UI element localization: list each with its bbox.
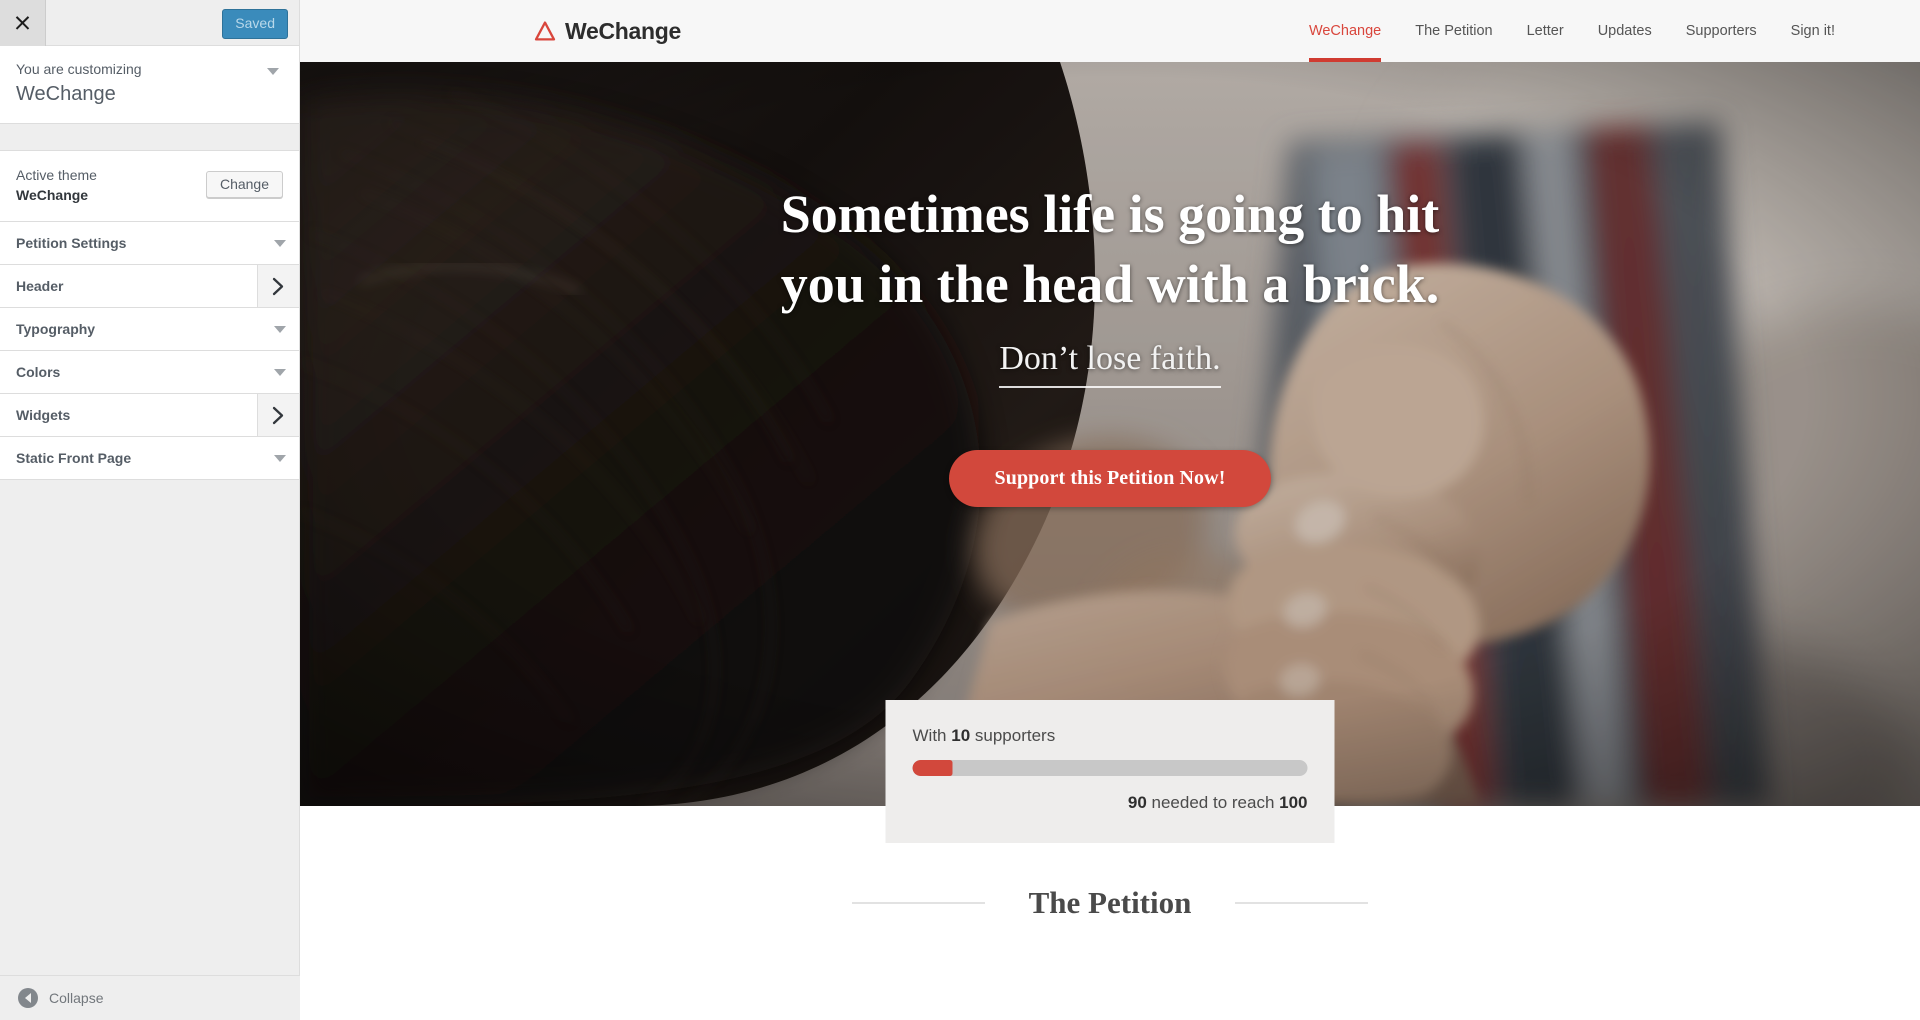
brand-name: WeChange: [565, 17, 682, 44]
chevron-down-icon[interactable]: [267, 68, 279, 75]
supporters-progress-card: With 10 supporters 90 needed to reach 10…: [885, 700, 1335, 843]
supporters-count-line: With 10 supporters: [913, 726, 1308, 746]
sidebar-spacer: [0, 123, 299, 150]
customizing-label: You are customizing: [16, 61, 142, 77]
progress-bar-fill: [912, 760, 952, 776]
nav-links: WeChange The Petition Letter Updates Sup…: [1292, 0, 1852, 62]
supporters-goal: 100: [1279, 793, 1308, 812]
chevron-right-icon: [257, 265, 299, 308]
hero-title-line-2: you in the head with a brick.: [780, 253, 1440, 314]
collapse-sidebar-button[interactable]: Collapse: [0, 975, 300, 1020]
save-button[interactable]: Saved: [222, 9, 288, 39]
supporters-count: 10: [951, 726, 971, 745]
nav-link-letter[interactable]: Letter: [1510, 0, 1581, 62]
petition-section-title: The Petition: [1028, 885, 1192, 920]
chevron-down-icon: [261, 239, 299, 247]
nav-link-sign-it[interactable]: Sign it!: [1774, 0, 1852, 62]
app-root: Saved You are customizing WeChange Activ…: [0, 0, 1920, 1020]
progress-bar-track: [912, 760, 1308, 776]
chevron-down-icon: [261, 368, 299, 376]
sidebar-item-colors[interactable]: Colors: [0, 351, 299, 395]
chevron-right-icon: [257, 394, 299, 437]
close-customizer-button[interactable]: [0, 0, 46, 46]
customizer-sidebar: Saved You are customizing WeChange Activ…: [0, 0, 300, 1020]
customizing-panel[interactable]: You are customizing WeChange: [0, 46, 299, 124]
support-petition-button[interactable]: Support this Petition Now!: [948, 449, 1272, 507]
sidebar-item-widgets[interactable]: Widgets: [0, 394, 299, 438]
sidebar-item-label: Petition Settings: [16, 235, 127, 252]
site-brand[interactable]: WeChange: [534, 18, 681, 45]
hero-subtitle: Don’t lose faith.: [999, 340, 1221, 388]
hero-title: Sometimes life is going to hit you in th…: [781, 180, 1440, 319]
section-rule-left: [851, 902, 985, 904]
nav-link-the-petition[interactable]: The Petition: [1398, 0, 1509, 62]
nav-link-wechange[interactable]: WeChange: [1292, 0, 1398, 62]
site-preview: WeChange WeChange The Petition Letter Up…: [300, 0, 1920, 1020]
sidebar-item-label: Typography: [16, 321, 96, 338]
active-theme-panel: Active theme WeChange Change: [0, 149, 299, 223]
supporters-prefix: With: [912, 726, 952, 745]
hero-banner: Sometimes life is going to hit you in th…: [300, 62, 1920, 806]
customizing-site-title: WeChange: [16, 82, 116, 105]
customizer-section-list: Petition Settings Header Typography Colo…: [0, 222, 299, 481]
supporters-suffix: supporters: [970, 726, 1056, 745]
supporters-needed: 90: [1127, 793, 1147, 812]
hero-title-line-1: Sometimes life is going to hit: [780, 184, 1440, 244]
sidebar-item-header[interactable]: Header: [0, 265, 299, 309]
triangle-logo-icon: [534, 21, 556, 41]
close-icon: [15, 16, 30, 30]
sidebar-item-label: Static Front Page: [16, 450, 132, 467]
chevron-down-icon: [261, 325, 299, 333]
section-rule-right: [1235, 902, 1369, 904]
active-theme-label: Active theme: [16, 166, 97, 183]
sidebar-item-typography[interactable]: Typography: [0, 308, 299, 352]
nav-link-updates[interactable]: Updates: [1581, 0, 1669, 62]
nav-link-supporters[interactable]: Supporters: [1669, 0, 1774, 62]
chevron-down-icon: [261, 454, 299, 462]
customizer-header: Saved: [0, 0, 299, 46]
sidebar-item-petition-settings[interactable]: Petition Settings: [0, 222, 299, 266]
site-navbar: WeChange WeChange The Petition Letter Up…: [300, 0, 1920, 62]
collapse-arrow-icon: [18, 988, 38, 1008]
collapse-label: Collapse: [49, 990, 104, 1006]
change-theme-button[interactable]: Change: [205, 171, 283, 199]
supporters-goal-mid: needed to reach: [1146, 793, 1280, 812]
sidebar-item-static-front-page[interactable]: Static Front Page: [0, 437, 299, 481]
hero-content: Sometimes life is going to hit you in th…: [300, 62, 1920, 806]
active-theme-name: WeChange: [16, 186, 89, 203]
supporters-goal-line: 90 needed to reach 100: [913, 793, 1308, 813]
sidebar-item-label: Colors: [16, 364, 61, 381]
